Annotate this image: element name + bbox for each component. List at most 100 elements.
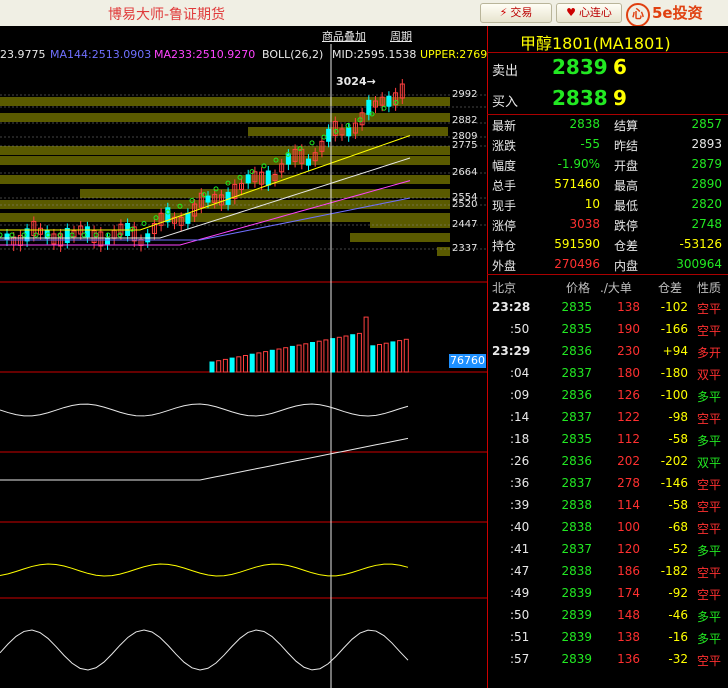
trade-price: 2835 bbox=[561, 300, 592, 314]
volume-bar bbox=[310, 342, 315, 373]
sar-dot bbox=[345, 123, 351, 129]
ma1-value: 23.9775 bbox=[0, 48, 46, 61]
stat-value: 2857 bbox=[691, 117, 722, 131]
trade-type: 双平 bbox=[697, 456, 722, 470]
trade-type: 空平 bbox=[697, 324, 722, 338]
stat-label: 跌停 bbox=[614, 219, 639, 233]
trade-time: :47 bbox=[510, 564, 530, 578]
trade-type: 双平 bbox=[697, 368, 722, 382]
stat-value: 10 bbox=[584, 197, 600, 211]
trade-time: :40 bbox=[510, 520, 530, 534]
price-level-label: 2520 bbox=[452, 199, 478, 210]
th-price: 价格 bbox=[566, 281, 591, 295]
trade-volume: 174 bbox=[617, 586, 640, 600]
trade-type: 空平 bbox=[697, 522, 722, 536]
trade-volume: 202 bbox=[617, 454, 640, 468]
volume-bar bbox=[316, 340, 322, 373]
boll-upper: UPPER:2769 bbox=[420, 48, 488, 61]
divider bbox=[487, 52, 728, 53]
trade-type: 空平 bbox=[697, 588, 722, 602]
trade-time: :57 bbox=[510, 652, 530, 666]
volume-bar bbox=[276, 348, 282, 373]
candle-body bbox=[245, 174, 251, 184]
volume-profile-band bbox=[370, 219, 450, 228]
candle-body bbox=[366, 99, 372, 115]
trade-time: :51 bbox=[510, 630, 530, 644]
stat-value: -1.90% bbox=[557, 157, 600, 171]
stat-value: -55 bbox=[580, 137, 600, 151]
th-diff: 仓差 bbox=[658, 281, 683, 295]
logo-circle-icon: 心 bbox=[626, 3, 650, 27]
trade-diff: -146 bbox=[660, 476, 688, 490]
stat-label: 外盘 bbox=[492, 259, 517, 273]
volume-bar bbox=[263, 351, 269, 373]
overlay-button[interactable]: 商品叠加 bbox=[322, 28, 366, 44]
th-type: 性质 bbox=[697, 281, 722, 295]
trade-time: :50 bbox=[510, 322, 530, 336]
volume-bar bbox=[256, 352, 262, 373]
sub-indicators bbox=[0, 403, 409, 671]
trade-diff: -68 bbox=[668, 520, 688, 534]
stat-value: 2879 bbox=[691, 157, 722, 171]
price-level-label: 2775 bbox=[452, 140, 478, 151]
candle-body bbox=[306, 158, 311, 166]
volume-profile-band bbox=[0, 156, 450, 165]
trade-diff: -100 bbox=[660, 388, 688, 402]
stat-value: 270496 bbox=[554, 257, 600, 271]
ma144-value: MA144:2513.0903 bbox=[50, 48, 152, 61]
candle-body bbox=[386, 95, 392, 107]
ma233-value: MA233:2510.9270 bbox=[154, 48, 256, 61]
trade-diff: -182 bbox=[660, 564, 688, 578]
volume-bar bbox=[229, 357, 235, 373]
trade-volume: 122 bbox=[617, 410, 640, 424]
buy-price[interactable]: 2838 bbox=[552, 86, 608, 110]
trade-type: 空平 bbox=[697, 412, 722, 426]
heart-icon: ♥ bbox=[566, 6, 576, 19]
trade-diff: -166 bbox=[660, 322, 688, 336]
kline-chart[interactable] bbox=[0, 26, 487, 688]
trade-type: 多平 bbox=[697, 544, 722, 558]
price-level-label: 2337 bbox=[452, 243, 478, 254]
trade-price: 2837 bbox=[561, 542, 592, 556]
high-mark: 3024→ bbox=[336, 75, 376, 88]
trade-button[interactable]: ⚡ 交易 bbox=[480, 3, 552, 23]
volume-bar bbox=[383, 342, 389, 373]
stat-value: 591590 bbox=[554, 237, 600, 251]
trade-time: :04 bbox=[510, 366, 530, 380]
stat-value: 3038 bbox=[569, 217, 600, 231]
boll-mid: MID:2595.1538 bbox=[332, 48, 417, 61]
trade-type: 空平 bbox=[697, 478, 722, 492]
trade-diff: -16 bbox=[668, 630, 688, 644]
sell-price[interactable]: 2839 bbox=[552, 55, 608, 79]
stat-value: 2820 bbox=[691, 197, 722, 211]
volume-bar bbox=[377, 344, 382, 373]
volume-profile-band bbox=[80, 189, 450, 198]
trade-volume: 136 bbox=[617, 652, 640, 666]
logo: 心 5e投资 bbox=[626, 2, 703, 27]
trade-diff: -46 bbox=[668, 608, 688, 622]
volume-bar bbox=[222, 358, 228, 373]
volume-profile-band bbox=[0, 146, 450, 155]
volume-profile-band bbox=[350, 233, 450, 242]
trade-type: 多平 bbox=[697, 390, 722, 404]
volume-bar bbox=[390, 341, 396, 373]
trade-time: :26 bbox=[510, 454, 530, 468]
heart-button[interactable]: ♥ 心连心 bbox=[556, 3, 622, 23]
lightning-icon: ⚡ bbox=[499, 6, 508, 19]
trade-volume: 190 bbox=[617, 322, 640, 336]
period-button[interactable]: 周期 bbox=[390, 28, 412, 44]
stat-label: 最新 bbox=[492, 119, 517, 133]
stat-value: 2890 bbox=[691, 177, 722, 191]
trade-diff: -102 bbox=[660, 300, 688, 314]
title-bar: 博易大师-鲁证期货 ⚡ 交易 ♥ 心连心 心 5e投资 bbox=[0, 0, 728, 27]
candle-body bbox=[205, 195, 211, 203]
volume-bar bbox=[243, 355, 248, 373]
trade-type: 多平 bbox=[697, 610, 722, 624]
trade-diff: -92 bbox=[668, 586, 688, 600]
contract-name: 甲醇1801(MA1801) bbox=[520, 34, 671, 53]
trade-price: 2835 bbox=[561, 432, 592, 446]
trade-diff: -52 bbox=[668, 542, 688, 556]
trade-time: :41 bbox=[510, 542, 530, 556]
buy-label: 买入 bbox=[492, 95, 519, 110]
stat-label: 现手 bbox=[492, 199, 517, 213]
